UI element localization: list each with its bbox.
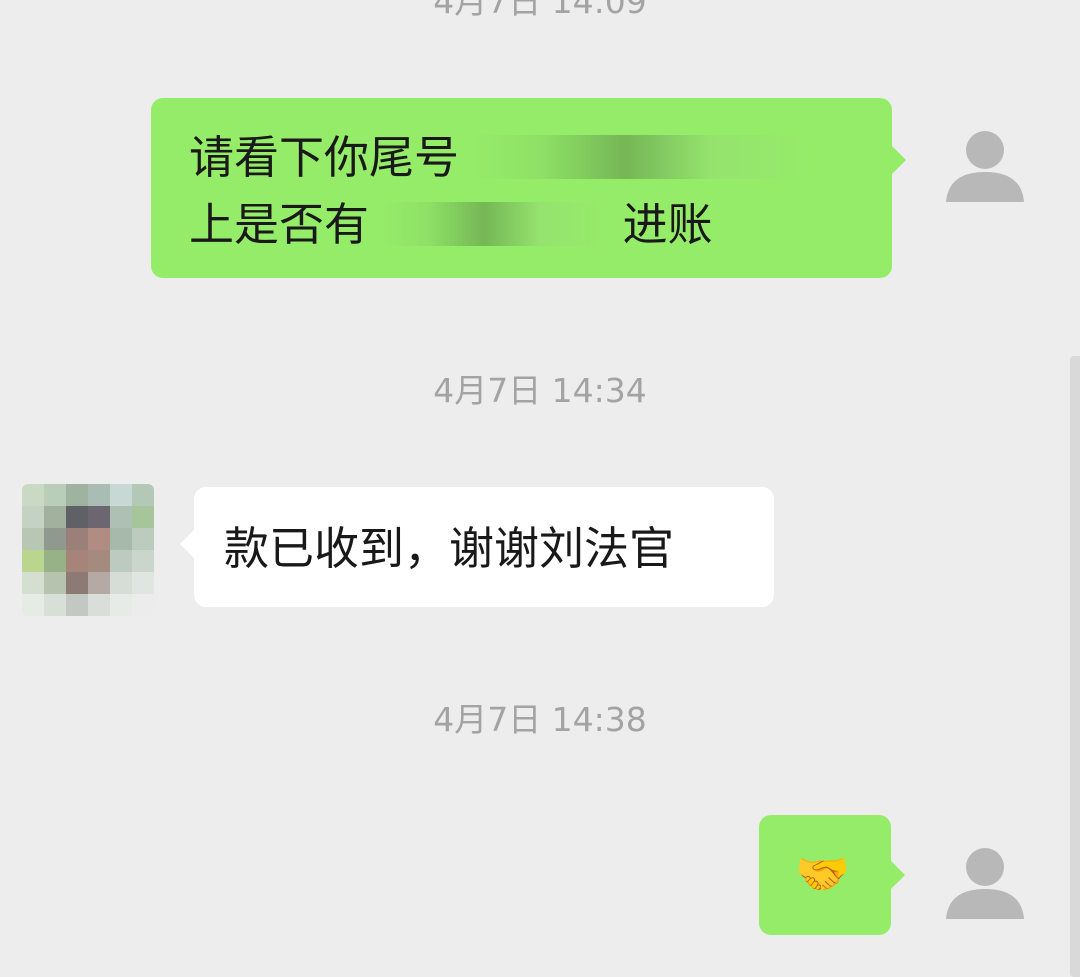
redacted-account-number: [473, 135, 814, 179]
message-text-line1: 请看下你尾号: [189, 131, 460, 184]
redacted-amount: [383, 202, 609, 246]
scrollbar[interactable]: [1070, 356, 1080, 977]
message-text-line2-tail: 进账: [622, 198, 713, 251]
timestamp-2: 4月7日 14:34: [433, 371, 647, 410]
pixelated-avatar-image: [22, 484, 154, 616]
outgoing-message-bubble-2[interactable]: 🤝: [759, 815, 891, 935]
person-placeholder-icon: [946, 848, 1024, 919]
person-placeholder-icon: [946, 131, 1024, 202]
chat-view: 4月7日 14:09 请看下你尾号 上是否有 进账 4月7日 14:34 款已收…: [0, 0, 1080, 977]
incoming-message-text: 款已收到，谢谢刘法官: [224, 522, 675, 575]
bubble-tail: [892, 146, 906, 174]
message-line-1: 请看下你尾号: [189, 126, 814, 189]
incoming-message-bubble-1[interactable]: 款已收到，谢谢刘法官: [194, 487, 774, 607]
bubble-tail: [180, 530, 194, 558]
bubble-tail: [891, 861, 905, 889]
outgoing-message-bubble-1[interactable]: 请看下你尾号 上是否有 进账: [151, 98, 892, 278]
timestamp-3: 4月7日 14:38: [433, 700, 647, 739]
message-text-line2: 上是否有: [189, 198, 370, 251]
message-line-2: 上是否有 进账: [189, 193, 713, 256]
timestamp-top: 4月7日 14:09: [433, 0, 647, 21]
user-avatar[interactable]: [930, 110, 1040, 220]
user-avatar[interactable]: [930, 827, 1040, 937]
contact-avatar[interactable]: [22, 484, 154, 616]
handshake-emoji: 🤝: [795, 849, 850, 900]
